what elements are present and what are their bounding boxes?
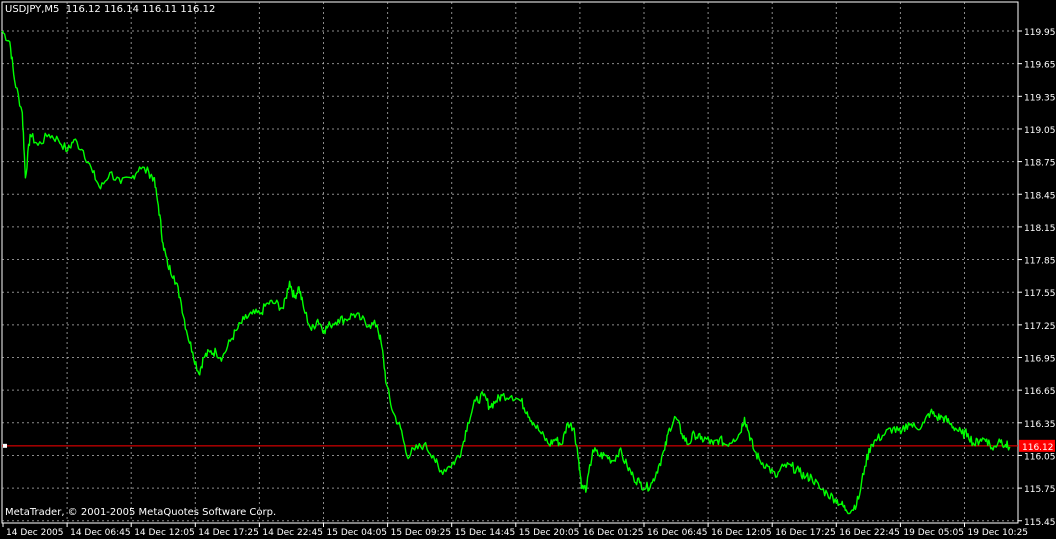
y-tick-label: 116.05 [1024, 452, 1056, 462]
y-tick-label: 116.35 [1024, 420, 1056, 430]
y-tick-label: 117.85 [1024, 257, 1056, 267]
x-tick-label: 14 Dec 06:45 [70, 528, 131, 538]
close-value: 116.12 [180, 4, 216, 15]
price-line-series [1, 30, 1011, 515]
y-tick-label: 115.75 [1024, 485, 1056, 495]
x-tick-label: 19 Dec 10:25 [968, 528, 1029, 538]
x-tick-label: 16 Dec 17:25 [775, 528, 836, 538]
y-tick-label: 119.65 [1024, 61, 1056, 71]
x-tick-label: 15 Dec 20:05 [519, 528, 580, 538]
x-tick-label: 14 Dec 22:45 [262, 528, 323, 538]
y-tick-label: 119.35 [1024, 93, 1056, 103]
low-value: 116.11 [142, 4, 178, 15]
x-tick-label: 16 Dec 01:25 [583, 528, 644, 538]
y-tick-label: 116.95 [1024, 355, 1056, 365]
x-tick-label: 16 Dec 06:45 [647, 528, 708, 538]
x-tick-label: 15 Dec 09:25 [391, 528, 452, 538]
price-chart[interactable]: 119.95 119.65 119.35 119.05 118.75 118.45 118.… [0, 0, 1056, 539]
y-tick-label: 118.45 [1024, 191, 1056, 201]
y-tick-label: 117.25 [1024, 322, 1056, 332]
y-tick-label: 119.05 [1024, 126, 1056, 136]
copyright-text: MetaTrader, © 2001-2005 MetaQuotes Softw… [5, 507, 277, 518]
y-tick-label: 116.65 [1024, 387, 1056, 397]
x-tick-label: 15 Dec 14:45 [455, 528, 516, 538]
chart-window[interactable]: 119.95 119.65 119.35 119.05 118.75 118.45 118.… [0, 0, 1056, 539]
symbol-label: USDJPY,M5 [5, 4, 60, 15]
plot-frame [1, 1, 1019, 524]
x-tick-label: 15 Dec 04:05 [327, 528, 388, 538]
x-tick-label: 14 Dec 12:05 [134, 528, 195, 538]
x-tick-label: 14 Dec 17:25 [198, 528, 259, 538]
x-tick-label: 14 Dec 2005 [6, 528, 64, 538]
x-tick-label: 19 Dec 05:05 [903, 528, 964, 538]
y-tick-label: 115.45 [1024, 518, 1056, 528]
current-price-label: 116.12 [1022, 443, 1054, 453]
bid-marker [3, 443, 7, 448]
x-tick-label: 16 Dec 22:45 [839, 528, 900, 538]
y-tick-label: 118.75 [1024, 159, 1056, 169]
y-tick-label: 117.55 [1024, 289, 1056, 299]
open-value: 116.12 [65, 4, 101, 15]
x-tick-label: 16 Dec 12:05 [711, 528, 772, 538]
chart-header: USDJPY,M5 116.12 116.14 116.11 116.12 [5, 4, 215, 15]
y-tick-label: 119.95 [1024, 28, 1056, 38]
high-value: 116.14 [103, 4, 139, 15]
y-tick-label: 118.15 [1024, 224, 1056, 234]
